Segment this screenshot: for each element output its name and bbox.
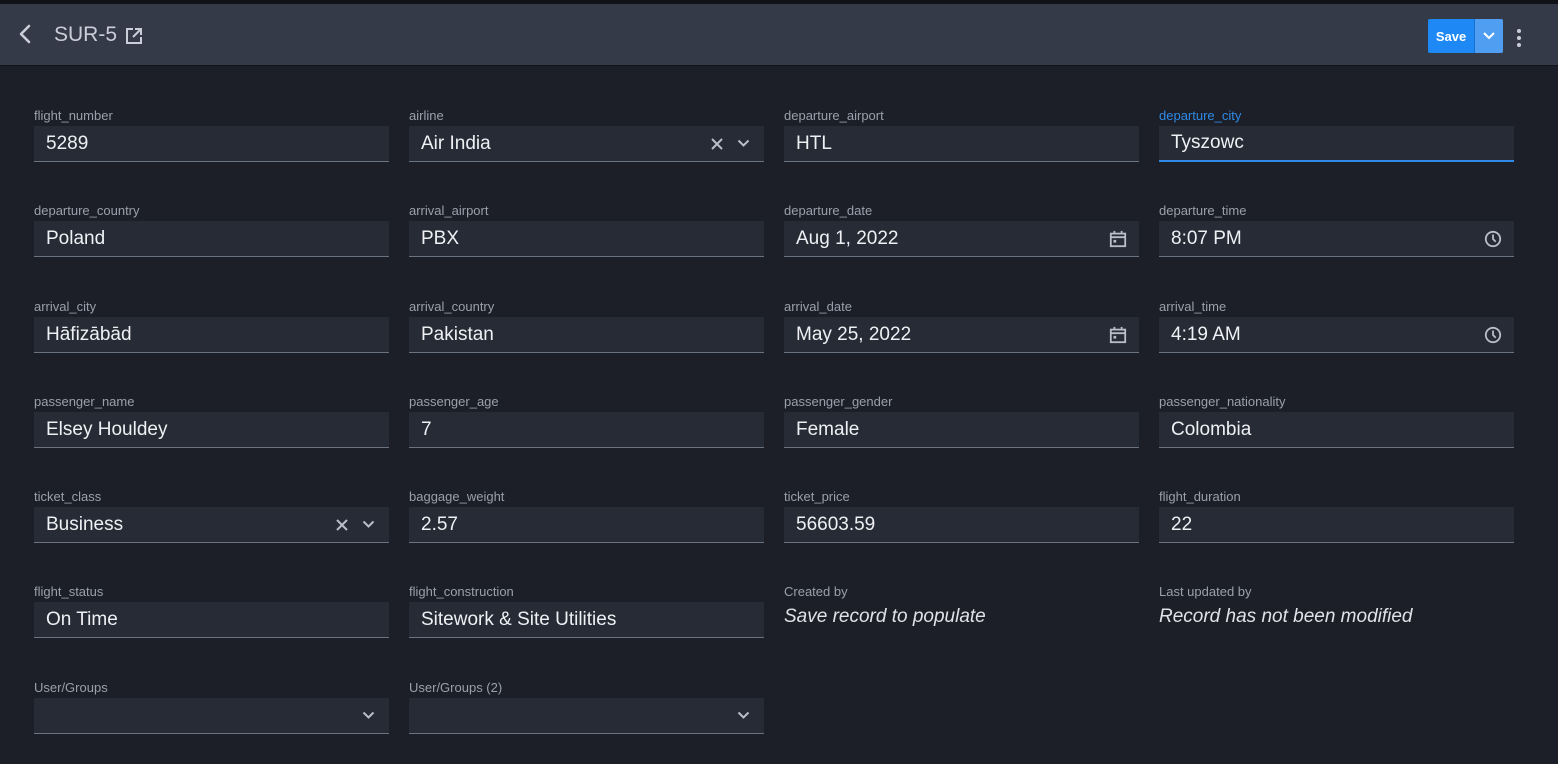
field-arrival-airport: arrival_airport PBX <box>409 203 764 257</box>
field-label: arrival_city <box>34 299 97 314</box>
field-last-updated-by: Last updated by Record has not been modi… <box>1159 584 1514 628</box>
field-arrival-country: arrival_country Pakistan <box>409 299 764 353</box>
airline-select[interactable]: Air India <box>409 126 764 162</box>
field-label: passenger_age <box>409 394 499 409</box>
calendar-icon[interactable] <box>1109 326 1127 344</box>
field-passenger-gender: passenger_gender Female <box>784 394 1139 448</box>
departure-time-input[interactable]: 8:07 PM <box>1159 221 1514 257</box>
record-title: SUR-5 <box>54 23 118 46</box>
last-updated-by-value: Record has not been modified <box>1159 606 1413 627</box>
back-chevron-icon <box>19 24 31 44</box>
arrival-airport-input[interactable]: PBX <box>409 221 764 257</box>
field-flight-duration: flight_duration 22 <box>1159 489 1514 543</box>
save-options-dropdown[interactable] <box>1474 19 1503 53</box>
field-airline: airline Air India <box>409 108 764 162</box>
passenger-nationality-input[interactable]: Colombia <box>1159 412 1514 448</box>
clock-icon[interactable] <box>1484 326 1502 344</box>
calendar-icon[interactable] <box>1109 230 1127 248</box>
open-external-button[interactable] <box>124 26 144 46</box>
field-label: flight_number <box>34 108 113 123</box>
field-label: departure_airport <box>784 108 884 123</box>
field-label: arrival_country <box>409 299 495 314</box>
passenger-gender-input[interactable]: Female <box>784 412 1139 448</box>
field-passenger-name: passenger_name Elsey Houldey <box>34 394 389 448</box>
field-departure-time: departure_time 8:07 PM <box>1159 203 1514 257</box>
field-user-groups-2: User/Groups (2) <box>409 680 764 734</box>
departure-airport-input[interactable]: HTL <box>784 126 1139 162</box>
field-user-groups: User/Groups <box>34 680 389 734</box>
save-button[interactable]: Save <box>1428 19 1474 53</box>
clock-icon[interactable] <box>1484 230 1502 248</box>
chevron-down-icon[interactable] <box>359 516 377 534</box>
user-groups-2-select[interactable] <box>409 698 764 734</box>
kebab-menu-icon <box>1517 29 1521 33</box>
field-label: departure_date <box>784 203 873 218</box>
field-label: ticket_price <box>784 489 850 504</box>
departure-city-input[interactable]: Tyszowc <box>1159 126 1514 162</box>
field-arrival-time: arrival_time 4:19 AM <box>1159 299 1514 353</box>
field-flight-status: flight_status On Time <box>34 584 389 638</box>
field-ticket-class: ticket_class Business <box>34 489 389 543</box>
created-by-value: Save record to populate <box>784 606 986 627</box>
field-label: flight_construction <box>409 584 514 599</box>
ticket-price-input[interactable]: 56603.59 <box>784 507 1139 543</box>
flight-duration-input[interactable]: 22 <box>1159 507 1514 543</box>
field-departure-country: departure_country Poland <box>34 203 389 257</box>
arrival-date-input[interactable]: May 25, 2022 <box>784 317 1139 353</box>
field-departure-airport: departure_airport HTL <box>784 108 1139 162</box>
field-label: airline <box>409 108 444 123</box>
field-passenger-nationality: passenger_nationality Colombia <box>1159 394 1514 448</box>
arrival-time-input[interactable]: 4:19 AM <box>1159 317 1514 353</box>
field-label: User/Groups <box>34 680 108 695</box>
more-options-button[interactable] <box>1509 26 1529 50</box>
ticket-class-select[interactable]: Business <box>34 507 389 543</box>
user-groups-select[interactable] <box>34 698 389 734</box>
back-button[interactable] <box>12 20 38 48</box>
record-header: SUR-5 Save <box>0 4 1558 66</box>
chevron-down-icon <box>1483 32 1495 40</box>
field-label: Created by <box>784 584 848 599</box>
chevron-down-icon[interactable] <box>359 707 377 725</box>
clear-x-icon[interactable] <box>708 135 726 153</box>
arrival-city-input[interactable]: Hāfizābād <box>34 317 389 353</box>
field-flight-number: flight_number 5289 <box>34 108 389 162</box>
chevron-down-icon[interactable] <box>734 135 752 153</box>
field-flight-construction: flight_construction Sitework & Site Util… <box>409 584 764 638</box>
departure-country-input[interactable]: Poland <box>34 221 389 257</box>
field-departure-city: departure_city Tyszowc <box>1159 108 1514 162</box>
field-baggage-weight: baggage_weight 2.57 <box>409 489 764 543</box>
field-label: departure_city <box>1159 108 1242 123</box>
open-external-icon <box>126 28 142 44</box>
field-label: flight_status <box>34 584 104 599</box>
departure-date-input[interactable]: Aug 1, 2022 <box>784 221 1139 257</box>
field-label: baggage_weight <box>409 489 505 504</box>
baggage-weight-input[interactable]: 2.57 <box>409 507 764 543</box>
field-passenger-age: passenger_age 7 <box>409 394 764 448</box>
field-label: passenger_nationality <box>1159 394 1286 409</box>
arrival-country-input[interactable]: Pakistan <box>409 317 764 353</box>
clear-x-icon[interactable] <box>333 516 351 534</box>
passenger-name-input[interactable]: Elsey Houldey <box>34 412 389 448</box>
field-arrival-date: arrival_date May 25, 2022 <box>784 299 1139 353</box>
field-label: arrival_airport <box>409 203 489 218</box>
field-label: departure_country <box>34 203 140 218</box>
flight-number-input[interactable]: 5289 <box>34 126 389 162</box>
field-label: flight_duration <box>1159 489 1241 504</box>
field-label: departure_time <box>1159 203 1247 218</box>
field-label: Last updated by <box>1159 584 1252 599</box>
field-arrival-city: arrival_city Hāfizābād <box>34 299 389 353</box>
chevron-down-icon[interactable] <box>734 707 752 725</box>
field-ticket-price: ticket_price 56603.59 <box>784 489 1139 543</box>
field-label: User/Groups (2) <box>409 680 503 695</box>
field-label: ticket_class <box>34 489 102 504</box>
passenger-age-input[interactable]: 7 <box>409 412 764 448</box>
field-label: passenger_gender <box>784 394 893 409</box>
field-departure-date: departure_date Aug 1, 2022 <box>784 203 1139 257</box>
flight-status-input[interactable]: On Time <box>34 602 389 638</box>
flight-construction-input[interactable]: Sitework & Site Utilities <box>409 602 764 638</box>
field-label: arrival_date <box>784 299 852 314</box>
field-label: passenger_name <box>34 394 135 409</box>
field-label: arrival_time <box>1159 299 1227 314</box>
field-created-by: Created by Save record to populate <box>784 584 1139 628</box>
